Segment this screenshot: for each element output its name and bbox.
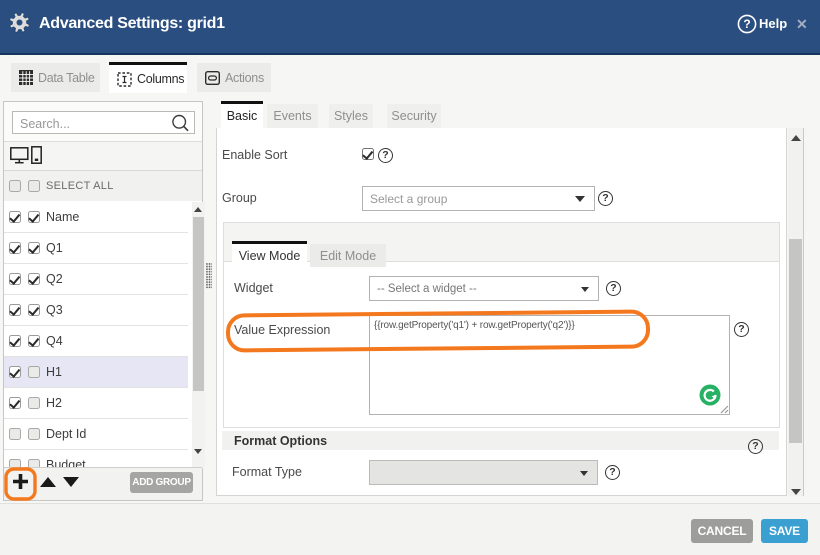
svg-text:?: ? <box>743 17 750 31</box>
